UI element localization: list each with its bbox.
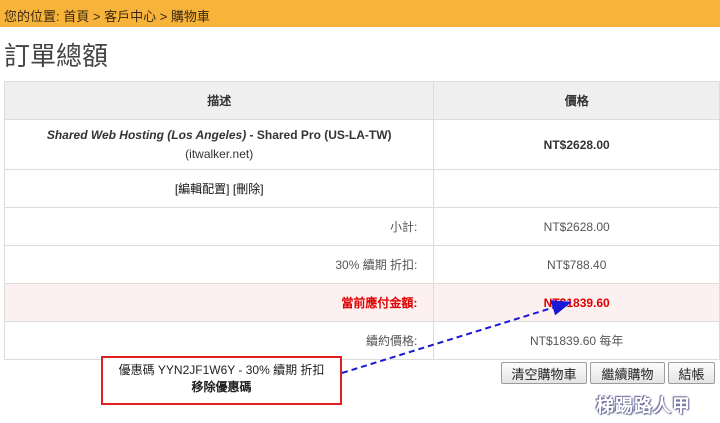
watermark: 梯踢路人甲 xyxy=(596,396,691,417)
annotation-arrow xyxy=(341,300,572,374)
